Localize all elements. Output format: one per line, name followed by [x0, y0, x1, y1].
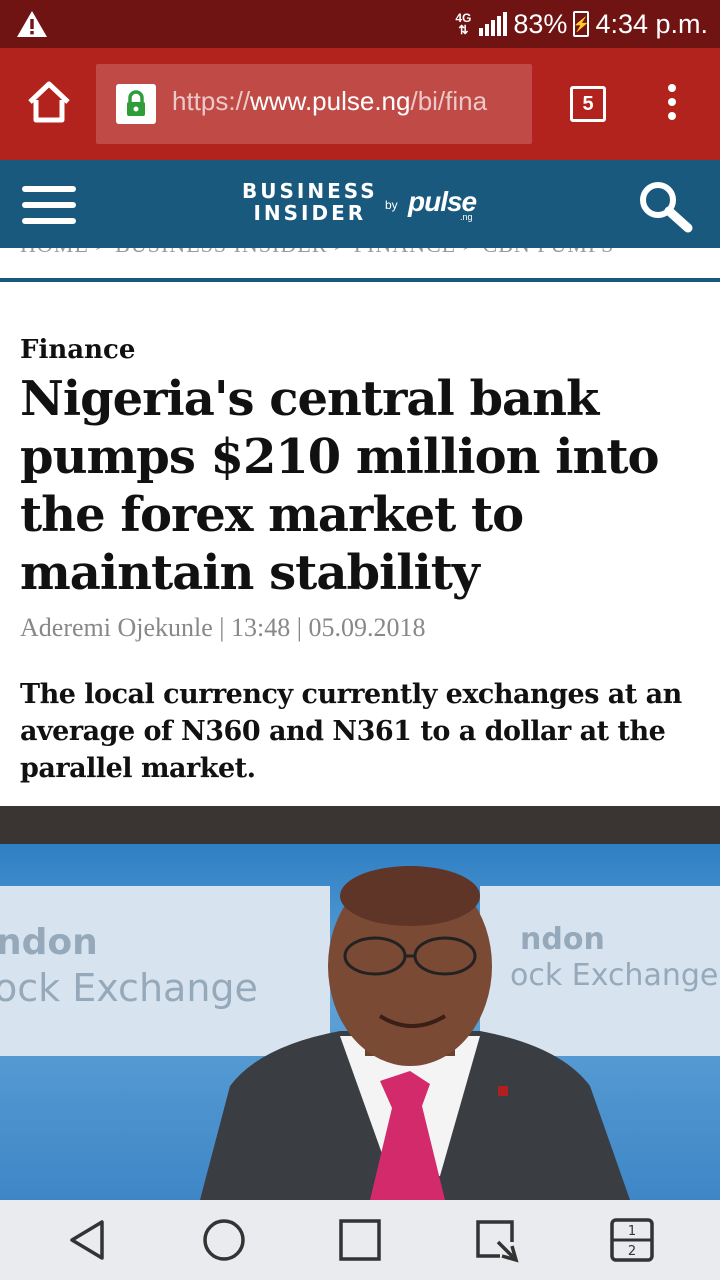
tab-switcher-button[interactable]: 5 [570, 86, 606, 122]
home-circle-icon[interactable] [200, 1216, 248, 1264]
back-icon[interactable] [64, 1216, 112, 1264]
article: Finance Nigeria's central bank pumps $21… [20, 330, 704, 787]
author-name[interactable]: Aderemi Ojekunle [20, 613, 213, 642]
site-header: BUSINESS INSIDER by pulse .ng [0, 160, 720, 248]
breadcrumb: HOME > BUSINESS INSIDER > FINANCE > CBN … [0, 248, 720, 280]
lock-icon [116, 84, 156, 124]
warning-icon [17, 11, 47, 37]
article-category[interactable]: Finance [20, 330, 704, 370]
article-meta: Aderemi Ojekunle | 13:48 | 05.09.2018 [20, 613, 426, 642]
article-headline: Nigeria's central bank pumps $210 millio… [20, 371, 660, 601]
search-icon[interactable] [636, 178, 696, 234]
business-insider-logo[interactable]: BUSINESS INSIDER by pulse .ng [242, 180, 477, 230]
system-navigation-bar: 1 2 [0, 1200, 720, 1280]
article-lede: The local currency currently exchanges a… [20, 679, 682, 784]
address-bar[interactable]: https://www.pulse.ng/bi/fina [96, 64, 532, 144]
clock: 4:34 p.m. [595, 8, 708, 39]
person-photo [200, 866, 630, 1200]
network-type-indicator: 4G ⇅ [455, 11, 472, 37]
browser-toolbar: https://www.pulse.ng/bi/fina 5 [0, 48, 720, 160]
battery-percentage: 83% [513, 8, 568, 39]
dual-window-icon[interactable]: 1 2 [608, 1216, 656, 1264]
hamburger-menu-icon[interactable] [22, 186, 76, 224]
header-divider [0, 278, 720, 282]
battery-charging-icon: ⚡ [573, 11, 590, 37]
home-icon[interactable] [24, 78, 74, 128]
svg-text:1: 1 [628, 1224, 636, 1239]
capture-icon[interactable] [472, 1216, 520, 1264]
status-bar: 4G ⇅ 83% ⚡ 4:34 p.m. [0, 0, 720, 48]
publish-time: 13:48 [230, 613, 291, 642]
url-text: https://www.pulse.ng/bi/fina [172, 86, 488, 116]
signal-strength-icon [479, 12, 508, 36]
publish-date: 05.09.2018 [308, 613, 426, 642]
overflow-menu-icon[interactable] [664, 84, 680, 124]
svg-text:2: 2 [628, 1244, 636, 1259]
article-hero-image: ndon ock Exchange ndon ock Exchange [0, 806, 720, 1200]
recent-apps-icon[interactable] [336, 1216, 384, 1264]
